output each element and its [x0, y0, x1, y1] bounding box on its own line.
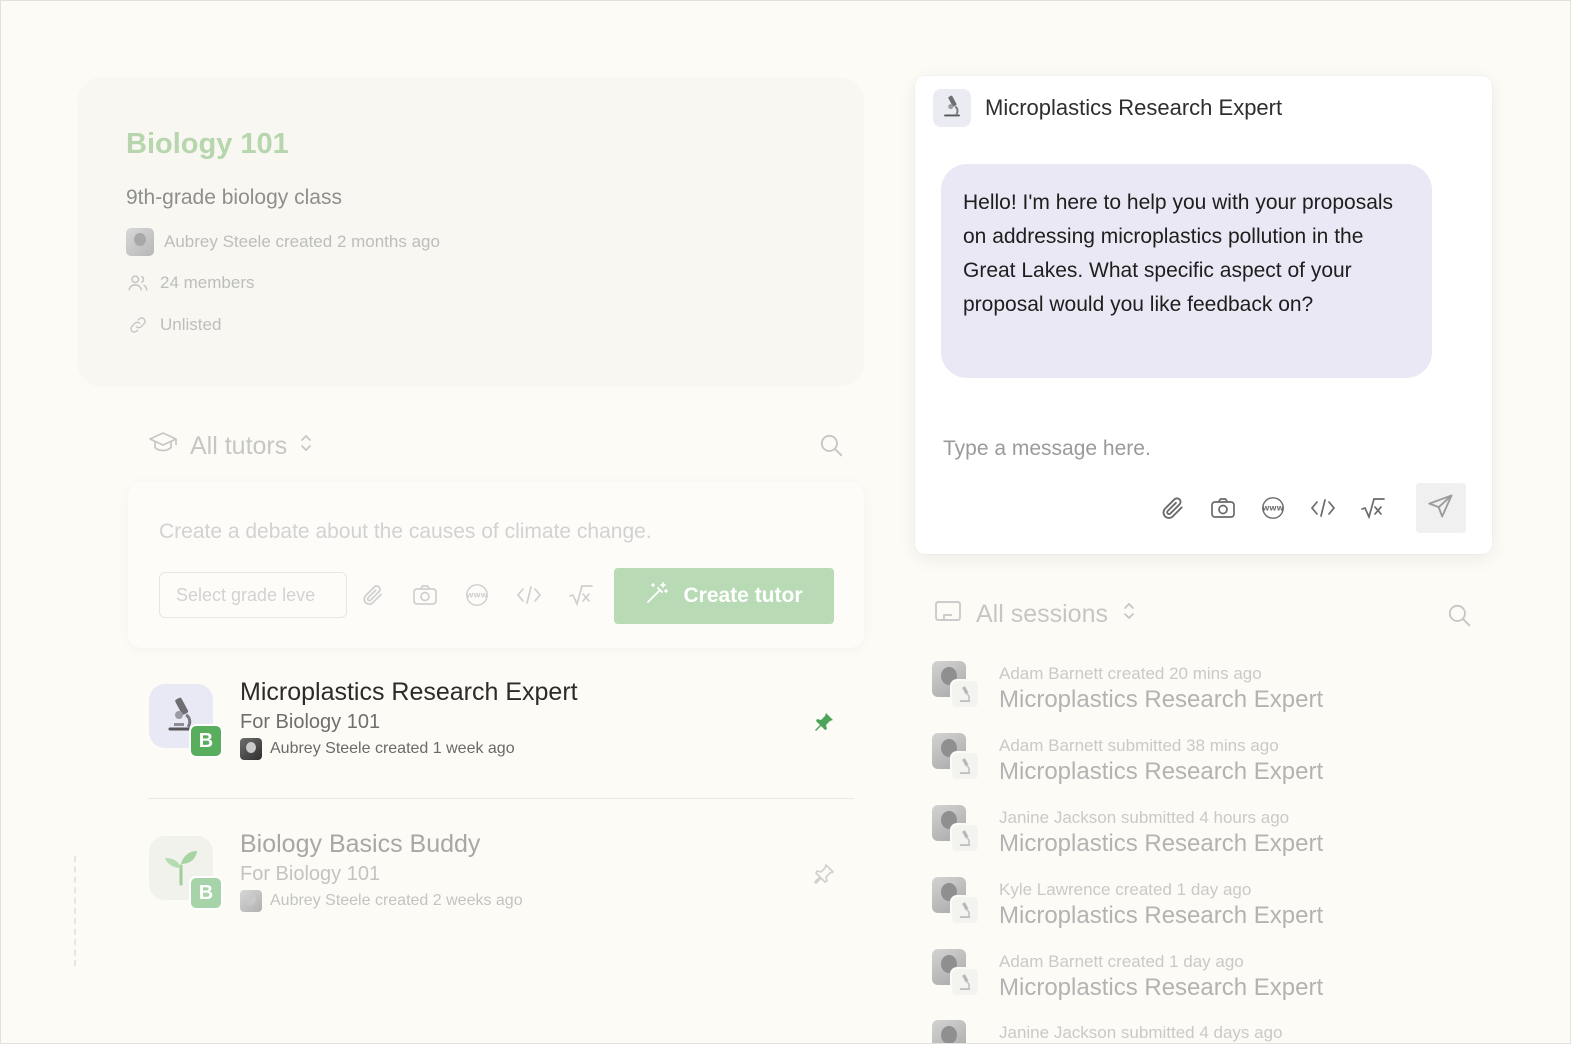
send-icon [1427, 492, 1455, 525]
course-created-row: Aubrey Steele created 2 months ago [126, 228, 440, 256]
tutor-name: Microplastics Research Expert [240, 678, 578, 706]
tutors-filter-label: All tutors [190, 432, 288, 460]
graduation-cap-icon [148, 430, 178, 463]
microscope-icon [941, 94, 963, 123]
sessions-filter-dropdown[interactable]: All sessions [934, 599, 1136, 630]
microscope-icon [950, 895, 980, 925]
chevron-updown-icon [1122, 600, 1136, 629]
session-meta: Adam Barnett created 20 mins ago [999, 664, 1262, 683]
session-list-item[interactable]: Kyle Lawrence created 1 day ago Micropla… [932, 877, 1492, 941]
microscope-icon [950, 823, 980, 853]
microscope-icon [950, 751, 980, 781]
session-tutor-name: Microplastics Research Expert [999, 686, 1324, 713]
magic-wand-icon [645, 581, 669, 611]
pin-icon[interactable] [812, 710, 836, 739]
dashed-edge [74, 856, 78, 966]
chat-toolbar: WWW [1160, 495, 1386, 521]
tutor-list-item[interactable]: B Biology Basics Buddy For Biology 101 A… [148, 830, 854, 940]
session-list-item[interactable]: Janine Jackson submitted 4 hours ago Mic… [932, 805, 1492, 869]
course-members-row: 24 members [126, 271, 254, 295]
tutor-list-item[interactable]: B Microplastics Research Expert For Biol… [148, 678, 854, 788]
grade-level-select[interactable]: Select grade leve [159, 572, 347, 618]
course-badge: B [189, 724, 223, 758]
tutor-name: Biology Basics Buddy [240, 830, 481, 858]
chevron-updown-icon [299, 432, 313, 461]
sessions-filter-label: All sessions [976, 600, 1108, 628]
avatar [126, 228, 154, 256]
www-icon[interactable]: WWW [1260, 495, 1286, 521]
paperclip-icon[interactable] [360, 582, 386, 608]
session-meta: Adam Barnett created 1 day ago [999, 952, 1244, 971]
session-meta: Adam Barnett submitted 38 mins ago [999, 736, 1279, 755]
tutors-search-icon[interactable] [818, 432, 844, 463]
www-icon[interactable]: WWW [464, 582, 490, 608]
sqrt-icon[interactable] [568, 582, 594, 608]
create-tutor-button[interactable]: Create tutor [614, 568, 834, 624]
users-icon [126, 271, 150, 295]
paperclip-icon[interactable] [1160, 495, 1186, 521]
tutor-meta: Aubrey Steele created 1 week ago [240, 738, 515, 760]
session-meta: Janine Jackson submitted 4 days ago [999, 1023, 1283, 1042]
pin-outline-icon[interactable] [812, 862, 836, 891]
course-members-text: 24 members [160, 273, 255, 292]
tutor-meta: Aubrey Steele created 2 weeks ago [240, 890, 523, 912]
composer-input[interactable]: Create a debate about the causes of clim… [159, 520, 652, 544]
microscope-icon [950, 967, 980, 997]
divider [148, 798, 854, 799]
session-tutor-name: Microplastics Research Expert [999, 758, 1324, 785]
chat-message-bubble: Hello! I'm here to help you with your pr… [941, 164, 1432, 378]
monitor-icon [934, 599, 962, 630]
link-icon [126, 313, 150, 337]
avatar [240, 890, 262, 912]
create-tutor-label: Create tutor [683, 584, 803, 607]
tutor-meta-text: Aubrey Steele created 2 weeks ago [270, 892, 523, 909]
session-meta: Kyle Lawrence created 1 day ago [999, 880, 1252, 899]
chat-title: Microplastics Research Expert [985, 95, 1283, 120]
composer-toolbar: WWW [360, 582, 594, 608]
microscope-icon [950, 679, 980, 709]
avatar [240, 738, 262, 760]
session-list-item[interactable]: Adam Barnett created 20 mins ago Micropl… [932, 661, 1492, 725]
course-badge: B [189, 876, 223, 910]
course-created-text: Aubrey Steele created 2 months ago [164, 232, 440, 251]
avatar [932, 1020, 966, 1044]
course-title: Biology 101 [126, 128, 289, 160]
session-tutor-name: Microplastics Research Expert [999, 974, 1324, 1001]
chat-tutor-avatar [933, 89, 971, 127]
session-meta: Janine Jackson submitted 4 hours ago [999, 808, 1290, 827]
send-button[interactable] [1416, 483, 1466, 533]
tutor-course: For Biology 101 [240, 711, 381, 733]
tutor-course: For Biology 101 [240, 863, 381, 885]
session-tutor-name: Microplastics Research Expert [999, 902, 1324, 929]
session-list-item[interactable]: Adam Barnett submitted 38 mins ago Micro… [932, 733, 1492, 797]
course-visibility-row: Unlisted [126, 313, 221, 337]
course-visibility-text: Unlisted [160, 315, 222, 334]
session-list-item[interactable]: Janine Jackson submitted 4 days ago [932, 1020, 1492, 1044]
tutor-meta-text: Aubrey Steele created 1 week ago [270, 740, 515, 757]
course-subtitle: 9th-grade biology class [126, 186, 342, 209]
code-icon[interactable] [1310, 495, 1336, 521]
svg-text:WWW: WWW [1262, 504, 1284, 512]
sqrt-icon[interactable] [1360, 495, 1386, 521]
tutor-composer: Create a debate about the causes of clim… [128, 482, 864, 648]
camera-icon[interactable] [1210, 495, 1236, 521]
chat-message-input[interactable] [943, 432, 1463, 466]
svg-text:WWW: WWW [466, 591, 488, 599]
session-list-item[interactable]: Adam Barnett created 1 day ago Microplas… [932, 949, 1492, 1013]
course-card: Biology 101 9th-grade biology class Aubr… [78, 78, 864, 386]
chat-panel: Microplastics Research Expert Hello! I'm… [915, 76, 1492, 554]
sessions-search-icon[interactable] [1446, 602, 1472, 633]
session-tutor-name: Microplastics Research Expert [999, 830, 1324, 857]
tutors-filter-dropdown[interactable]: All tutors [148, 430, 313, 463]
code-icon[interactable] [516, 582, 542, 608]
camera-icon[interactable] [412, 582, 438, 608]
